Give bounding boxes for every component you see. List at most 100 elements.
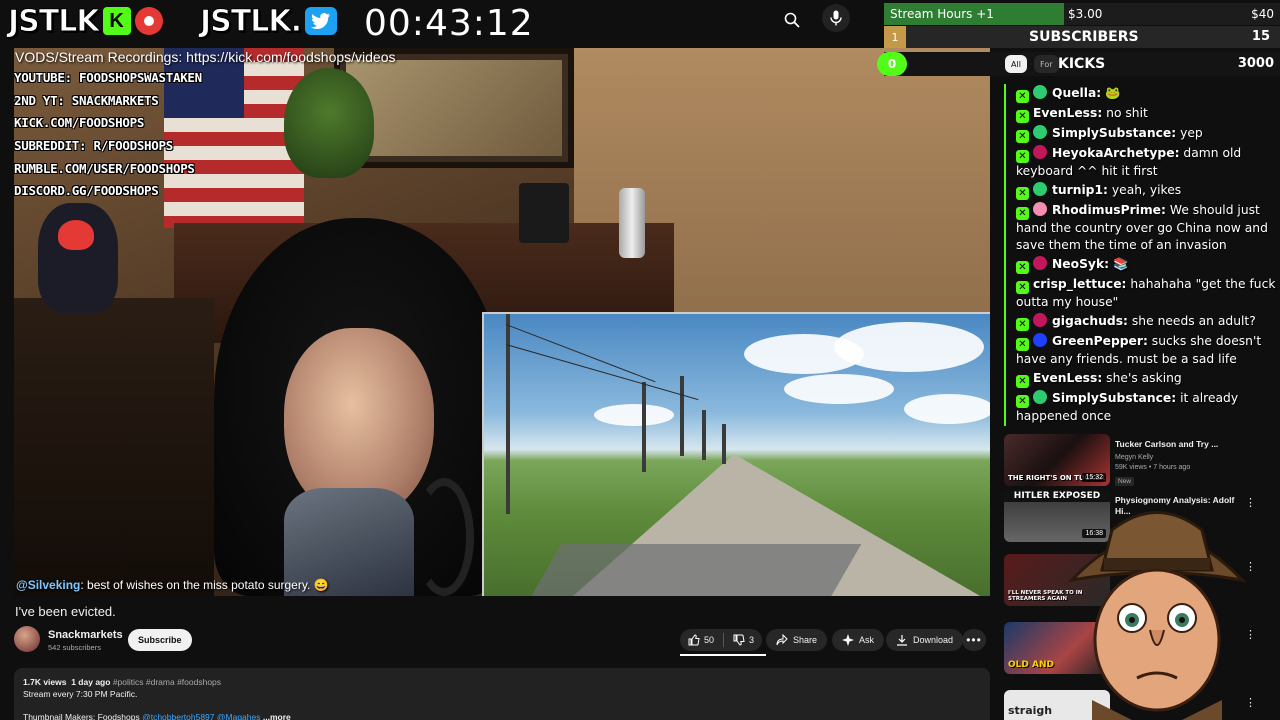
chat-username[interactable]: EvenLess: — [1033, 106, 1102, 120]
plant — [284, 68, 374, 178]
search-button[interactable] — [776, 8, 808, 32]
chat-username[interactable]: SimplySubstance: — [1052, 391, 1176, 405]
download-icon — [897, 635, 907, 646]
chat-message: ✕ gigachuds: she needs an adult? — [1004, 312, 1280, 332]
chat-text: she's asking — [1106, 371, 1182, 385]
chat-message: ✕ crisp_lettuce: hahahaha "get the fuck o… — [1004, 275, 1280, 312]
duration-badge: 15:32 — [1082, 473, 1106, 482]
description-line: Stream every 7:30 PM Pacific. — [23, 689, 138, 699]
hours-goal: $40 — [1251, 7, 1274, 21]
twitter-bird-icon — [305, 7, 337, 35]
mention-link[interactable]: @Magahes — [217, 712, 261, 720]
kick-badge-icon: ✕ — [1016, 110, 1029, 123]
chat-message: ✕ SimplySubstance: yep — [1004, 124, 1280, 144]
user-badge-icon — [1033, 313, 1047, 327]
avatar[interactable] — [14, 626, 40, 652]
share-button[interactable]: Share — [766, 629, 828, 651]
rec-meta: 59K views • 7 hours ago — [1115, 464, 1191, 471]
kick-badge-icon: ✕ — [1016, 318, 1029, 331]
user-badge-icon — [1033, 85, 1047, 99]
voice-search-button[interactable] — [822, 4, 850, 32]
detective-mascot — [1067, 511, 1247, 720]
social-line: RUMBLE.COM/USER/FOODSHOPS — [14, 161, 195, 176]
kicks-goal: 0 All For KICKS 3000 — [877, 52, 1280, 76]
thumbs-up-icon — [688, 634, 700, 646]
vod-info-text: VODS/Stream Recordings: https://kick.com… — [15, 49, 396, 65]
chat-username[interactable]: crisp_lettuce: — [1033, 277, 1126, 291]
user-badge-icon — [1033, 333, 1047, 347]
kick-badge-icon: ✕ — [1016, 395, 1029, 408]
bottle — [619, 188, 645, 258]
logo-kick: JSTLK K — [8, 3, 163, 39]
user-badge-icon — [1033, 125, 1047, 139]
thumbnail[interactable]: THE RIGHT'S ON TUCKER 15:32 — [1004, 434, 1110, 486]
share-label: Share — [793, 635, 818, 645]
hashtags[interactable]: #politics #drama #foodshops — [113, 677, 221, 687]
sparkle-icon — [842, 634, 854, 646]
filter-chip-for[interactable]: For — [1034, 55, 1059, 73]
chat-message: ✕ turnip1: yeah, yikes — [1004, 181, 1280, 201]
kick-badge-icon: ✕ — [1016, 150, 1029, 163]
kick-badge-icon: ✕ — [1016, 281, 1029, 294]
ask-label: Ask — [859, 635, 875, 645]
like-button[interactable]: 50 — [688, 634, 714, 646]
subscribe-button[interactable]: Subscribe — [128, 629, 192, 651]
chat-username[interactable]: NeoSyk: — [1052, 257, 1109, 271]
chat-text: yeah, yikes — [1111, 183, 1182, 197]
mention-link[interactable]: @tchobbertoh5897 — [142, 712, 214, 720]
download-button[interactable]: Download — [886, 629, 964, 651]
thumbnail-credit: Thumbnail Makers: Foodshops — [23, 712, 140, 720]
user-badge-icon — [1033, 145, 1047, 159]
ask-button[interactable]: Ask — [832, 629, 885, 651]
search-icon — [784, 12, 800, 28]
video-player[interactable]: VODS/Stream Recordings: https://kick.com… — [14, 48, 990, 596]
logo-text-2: JSTLK. — [200, 3, 303, 39]
kick-badge-icon: ✕ — [1016, 187, 1029, 200]
chat-overlay-box: ✕ Quella: 🐸 ✕ EvenLess: no shit ✕ SimplySubst… — [1004, 84, 1280, 440]
recommendation-item[interactable]: THE RIGHT'S ON TUCKER 15:32 Tucker Carls… — [1004, 434, 1280, 488]
kick-badge-icon: ✕ — [1016, 261, 1029, 274]
more-actions-button[interactable]: ••• — [962, 629, 986, 651]
chat-text: yep — [1180, 126, 1203, 140]
stream-timer: 00:43:12 — [364, 3, 534, 44]
upload-age: 1 day ago — [71, 677, 111, 687]
mic-icon — [830, 10, 842, 26]
filter-chip-all[interactable]: All — [1005, 55, 1027, 73]
show-more-link[interactable]: ...more — [263, 712, 291, 720]
chat-message: ✕ HeyokaArchetype: damn old keyboard ^^ h… — [1004, 144, 1280, 181]
record-icon — [134, 7, 163, 35]
kick-badge-icon: ✕ — [1016, 90, 1029, 103]
chat-username[interactable]: HeyokaArchetype: — [1052, 146, 1180, 160]
screen: JSTLK K JSTLK. 00:43:12 VODS/Stream Reco… — [0, 0, 1280, 720]
subs-number: 1 — [884, 26, 906, 48]
social-line: 2ND YT: SNACKMARKETS — [14, 93, 159, 108]
user-badge-icon — [1033, 202, 1047, 216]
chat-username[interactable]: RhodimusPrime: — [1052, 203, 1166, 217]
chat-username[interactable]: Quella: — [1052, 86, 1101, 100]
video-title: I've been evicted. — [15, 604, 116, 619]
social-line: SUBREDDIT: R/FOODSHOPS — [14, 138, 173, 153]
chat-username[interactable]: SimplySubstance: — [1052, 126, 1176, 140]
description-box[interactable]: 1.7K views 1 day ago #politics #drama #f… — [14, 668, 990, 720]
rec-channel[interactable]: Megyn Kelly — [1115, 453, 1190, 463]
chat-username[interactable]: gigachuds: — [1052, 314, 1128, 328]
channel-row: Snackmarkets 542 subscribers Subscribe 5… — [14, 626, 986, 656]
chat-message: ✕ EvenLess: she's asking — [1004, 369, 1280, 389]
subscriber-count: 542 subscribers — [48, 643, 101, 652]
kicks-count: 3000 — [1237, 56, 1274, 71]
top-bar: JSTLK K JSTLK. 00:43:12 — [0, 0, 880, 44]
thumbs-down-icon — [733, 634, 745, 646]
hours-label: Stream Hours +1 — [890, 7, 994, 21]
chat-username[interactable]: turnip1: — [1052, 183, 1108, 197]
dislike-button[interactable]: 3 — [733, 634, 754, 646]
chat-message: ✕ GreenPepper: sucks she doesn't have any… — [1004, 332, 1280, 369]
chat-username[interactable]: EvenLess: — [1033, 371, 1102, 385]
rec-title[interactable]: Tucker Carlson and Try ... — [1115, 439, 1250, 450]
chat-username[interactable]: GreenPepper: — [1052, 334, 1148, 348]
stream-hours-goal: Stream Hours +1 $3.00 $40 — [884, 3, 1280, 25]
kick-badge-icon: ✕ — [1016, 207, 1029, 220]
chat-message: ✕ NeoSyk: 📚 — [1004, 255, 1280, 275]
channel-name[interactable]: Snackmarkets — [48, 629, 123, 641]
kick-badge-icon: ✕ — [1016, 130, 1029, 143]
kick-logo-icon: K — [102, 7, 131, 35]
